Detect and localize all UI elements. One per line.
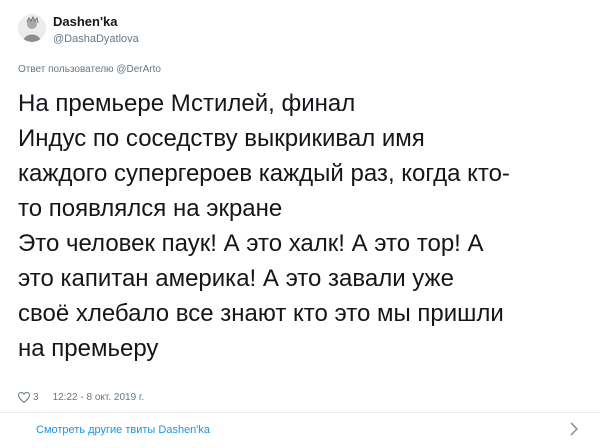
avatar-image bbox=[18, 14, 46, 42]
chevron-right-icon[interactable] bbox=[568, 421, 580, 437]
tweet-line: на премьеру bbox=[18, 335, 159, 362]
avatar[interactable] bbox=[18, 14, 46, 42]
like-count: 3 bbox=[33, 392, 39, 403]
tweet-line: На премьере Мстилей, финал bbox=[18, 90, 356, 117]
divider bbox=[0, 412, 600, 413]
tweet-line: каждого супергероев каждый раз, когда кт… bbox=[18, 160, 510, 187]
more-tweets-link[interactable]: Смотреть другие твиты Dashen'ka bbox=[36, 424, 210, 436]
tweet-timestamp[interactable]: 12:22 - 8 окт. 2019 г. bbox=[53, 392, 145, 403]
reply-mention-link[interactable]: @DerArto bbox=[116, 64, 161, 75]
tweet-line: это капитан америка! А это завали уже bbox=[18, 265, 454, 292]
reply-context: Ответ пользователю @DerArto bbox=[18, 64, 161, 75]
user-handle[interactable]: @DashaDyatlova bbox=[53, 33, 139, 45]
reply-prefix: Ответ пользователю bbox=[18, 64, 114, 75]
user-name[interactable]: Dashen'ka bbox=[53, 14, 118, 29]
tweet-meta: 3 12:22 - 8 окт. 2019 г. bbox=[18, 392, 144, 403]
tweet-line: своё хлебало все знают кто это мы пришли bbox=[18, 300, 504, 327]
heart-icon[interactable] bbox=[18, 392, 30, 403]
tweet-line: то появлялся на экране bbox=[18, 195, 283, 222]
tweet-line: Это человек паук! А это халк! А это тор!… bbox=[18, 230, 484, 257]
tweet-text: На премьере Мстилей, финал Индус по сосе… bbox=[18, 86, 588, 366]
tweet-line: Индус по соседству выкрикивал имя bbox=[18, 125, 425, 152]
